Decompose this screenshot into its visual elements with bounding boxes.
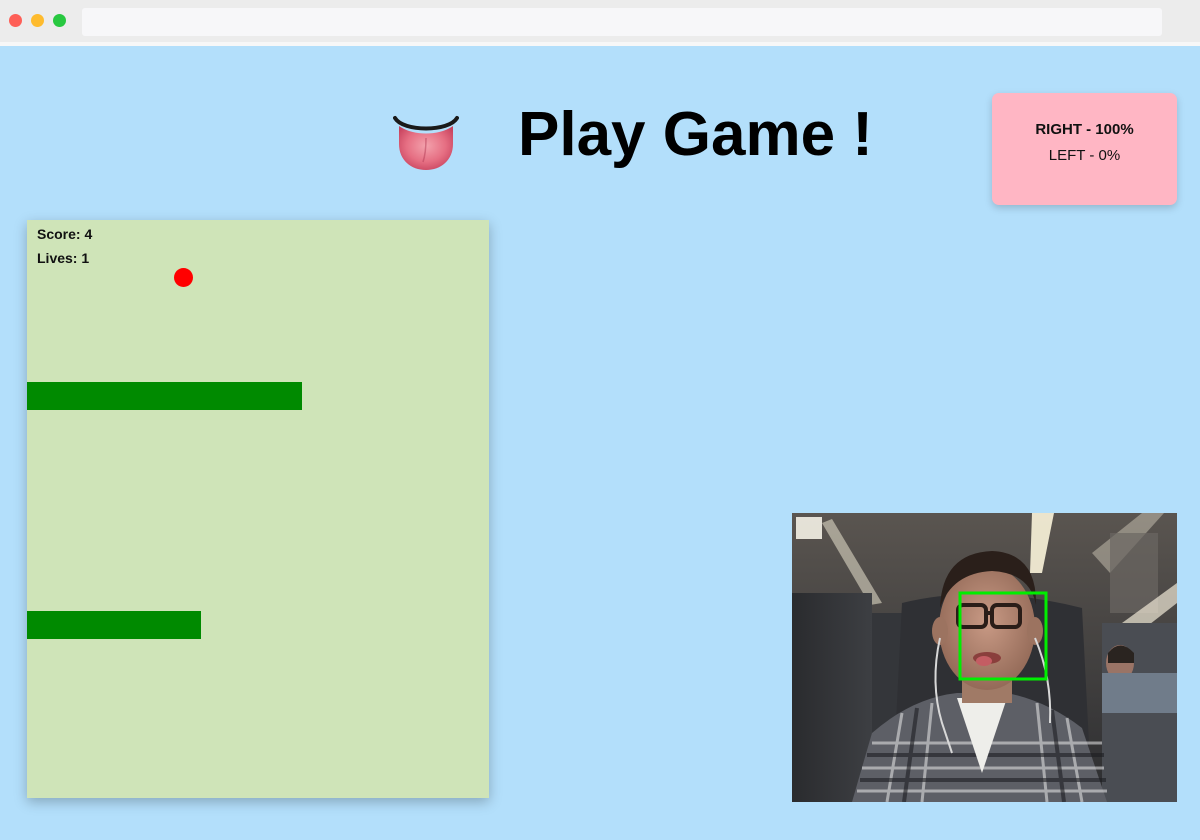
game-board[interactable]: Score: 4 Lives: 1 (27, 220, 489, 798)
paddle (27, 611, 201, 639)
lives-label: Lives: 1 (37, 250, 90, 266)
direction-card: RIGHT - 100% LEFT - 0% (992, 93, 1177, 205)
direction-right-label: RIGHT - 100% (1035, 121, 1134, 138)
page-title: Play Game ! (518, 100, 873, 169)
ball (174, 268, 193, 287)
webcam-image (792, 513, 1177, 802)
paddle (27, 382, 302, 410)
tongue-icon (393, 116, 459, 170)
minimize-window-button[interactable] (31, 14, 44, 27)
direction-left-label: LEFT - 0% (1048, 147, 1121, 164)
browser-chrome (0, 0, 1200, 46)
address-bar[interactable] (82, 8, 1162, 36)
maximize-window-button[interactable] (53, 14, 66, 27)
score-label: Score: 4 (37, 226, 93, 242)
webcam-feed (792, 513, 1177, 802)
close-window-button[interactable] (9, 14, 22, 27)
